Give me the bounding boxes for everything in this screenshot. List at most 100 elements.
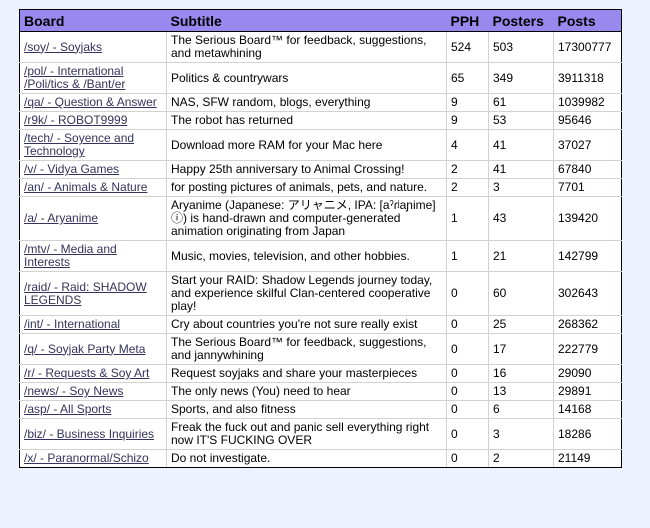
- posts-cell: 1039982: [553, 93, 622, 112]
- board-subtitle-cell: Music, movies, television, and other hob…: [166, 240, 447, 272]
- board-link[interactable]: /r9k/ - ROBOT9999: [24, 113, 127, 127]
- board-cell: /asp/ - All Sports: [19, 400, 167, 419]
- board-cell: /tech/ - Soyence and Technology: [19, 129, 167, 161]
- board-link[interactable]: /soy/ - Soyjaks: [24, 40, 102, 54]
- posts-cell: 7701: [553, 178, 622, 197]
- board-subtitle-cell: Sports, and also fitness: [166, 400, 447, 419]
- board-link[interactable]: /asp/ - All Sports: [24, 402, 111, 416]
- table-row: /r9k/ - ROBOT9999 The robot has returned 9…: [19, 111, 622, 130]
- board-subtitle-cell: Request soyjaks and share your masterpie…: [166, 364, 447, 383]
- posters-cell: 25: [488, 315, 554, 334]
- posters-cell: 2: [488, 449, 554, 468]
- board-subtitle-cell: for posting pictures of animals, pets, a…: [166, 178, 447, 197]
- posters-cell: 3: [488, 418, 554, 450]
- posts-cell: 37027: [553, 129, 622, 161]
- pph-cell: 1: [446, 196, 489, 241]
- board-cell: /pol/ - International /Poli/tics & /Bant…: [19, 62, 167, 94]
- table-row: /q/ - Soyjak Party Meta The Serious Board…: [19, 333, 622, 365]
- board-cell: /an/ - Animals & Nature: [19, 178, 167, 197]
- board-cell: /a/ - Aryanime: [19, 196, 167, 241]
- board-table-body: /soy/ - Soyjaks The Serious Board™ for fe…: [19, 31, 622, 468]
- board-cell: /v/ - Vidya Games: [19, 160, 167, 179]
- board-link[interactable]: /q/ - Soyjak Party Meta: [24, 342, 145, 356]
- board-link[interactable]: /a/ - Aryanime: [24, 211, 98, 225]
- posters-cell: 43: [488, 196, 554, 241]
- board-cell: /int/ - International: [19, 315, 167, 334]
- pph-cell: 0: [446, 271, 489, 316]
- posters-cell: 6: [488, 400, 554, 419]
- pph-cell: 0: [446, 315, 489, 334]
- board-link[interactable]: /x/ - Paranormal/Schizo: [24, 451, 149, 465]
- posters-cell: 61: [488, 93, 554, 112]
- posts-cell: 18286: [553, 418, 622, 450]
- board-cell: /q/ - Soyjak Party Meta: [19, 333, 167, 365]
- pph-cell: 0: [446, 382, 489, 401]
- posts-cell: 222779: [553, 333, 622, 365]
- posts-cell: 14168: [553, 400, 622, 419]
- board-subtitle-cell: Download more RAM for your Mac here: [166, 129, 447, 161]
- table-row: /raid/ - Raid: SHADOW LEGENDS Start your …: [19, 271, 622, 316]
- posters-cell: 21: [488, 240, 554, 272]
- pph-cell: 0: [446, 400, 489, 419]
- board-cell: /mtv/ - Media and Interests: [19, 240, 167, 272]
- posters-cell: 53: [488, 111, 554, 130]
- posters-cell: 3: [488, 178, 554, 197]
- table-row: /x/ - Paranormal/Schizo Do not investigat…: [19, 449, 622, 468]
- posts-cell: 142799: [553, 240, 622, 272]
- board-subtitle-cell: Start your RAID: Shadow Legends journey …: [166, 271, 447, 316]
- posters-cell: 41: [488, 160, 554, 179]
- table-row: /pol/ - International /Poli/tics & /Bant…: [19, 62, 622, 94]
- board-link[interactable]: /raid/ - Raid: SHADOW LEGENDS: [24, 280, 147, 307]
- pph-cell: 2: [446, 160, 489, 179]
- pph-cell: 0: [446, 364, 489, 383]
- board-cell: /r/ - Requests & Soy Art: [19, 364, 167, 383]
- board-cell: /qa/ - Question & Answer: [19, 93, 167, 112]
- board-subtitle-cell: The only news (You) need to hear: [166, 382, 447, 401]
- pph-cell: 1: [446, 240, 489, 272]
- board-link[interactable]: /int/ - International: [24, 317, 120, 331]
- pph-cell: 9: [446, 111, 489, 130]
- board-subtitle-cell: Freak the fuck out and panic sell everyt…: [166, 418, 447, 450]
- table-row: /r/ - Requests & Soy Art Request soyjaks …: [19, 364, 622, 383]
- board-subtitle-cell: The Serious Board™ for feedback, suggest…: [166, 333, 447, 365]
- table-row: /a/ - Aryanime Aryanime (Japanese: アリャニメ,…: [19, 196, 622, 241]
- board-link[interactable]: /v/ - Vidya Games: [24, 162, 119, 176]
- posts-cell: 67840: [553, 160, 622, 179]
- board-link[interactable]: /pol/ - International /Poli/tics & /Bant…: [24, 64, 125, 91]
- table-row: /qa/ - Question & Answer NAS, SFW random,…: [19, 93, 622, 112]
- board-cell: /x/ - Paranormal/Schizo: [19, 449, 167, 468]
- posts-cell: 95646: [553, 111, 622, 130]
- pph-cell: 2: [446, 178, 489, 197]
- table-row: /an/ - Animals & Nature for posting pictu…: [19, 178, 622, 197]
- board-subtitle-cell: Cry about countries you're not sure real…: [166, 315, 447, 334]
- board-link[interactable]: /qa/ - Question & Answer: [24, 95, 157, 109]
- posts-cell: 302643: [553, 271, 622, 316]
- table-header-row: Board Subtitle PPH Posters Posts: [19, 9, 622, 32]
- board-link[interactable]: /an/ - Animals & Nature: [24, 180, 147, 194]
- column-header-posts: Posts: [553, 9, 622, 32]
- table-row: /int/ - International Cry about countries…: [19, 315, 622, 334]
- posters-cell: 503: [488, 31, 554, 63]
- pph-cell: 0: [446, 418, 489, 450]
- board-link[interactable]: /news/ - Soy News: [24, 384, 123, 398]
- board-link[interactable]: /biz/ - Business Inquiries: [24, 427, 154, 441]
- column-header-subtitle: Subtitle: [166, 9, 447, 32]
- board-link[interactable]: /mtv/ - Media and Interests: [24, 242, 117, 269]
- board-subtitle-cell: Politics & countrywars: [166, 62, 447, 94]
- board-table: Board Subtitle PPH Posters Posts /soy/ -…: [19, 9, 622, 468]
- board-cell: /r9k/ - ROBOT9999: [19, 111, 167, 130]
- column-header-board: Board: [19, 9, 167, 32]
- table-row: /soy/ - Soyjaks The Serious Board™ for fe…: [19, 31, 622, 63]
- board-cell: /raid/ - Raid: SHADOW LEGENDS: [19, 271, 167, 316]
- board-subtitle-cell: The Serious Board™ for feedback, suggest…: [166, 31, 447, 63]
- posters-cell: 349: [488, 62, 554, 94]
- pph-cell: 9: [446, 93, 489, 112]
- table-row: /v/ - Vidya Games Happy 25th anniversary …: [19, 160, 622, 179]
- board-link[interactable]: /r/ - Requests & Soy Art: [24, 366, 149, 380]
- table-row: /tech/ - Soyence and Technology Download …: [19, 129, 622, 161]
- board-cell: /soy/ - Soyjaks: [19, 31, 167, 63]
- board-subtitle-cell: Happy 25th anniversary to Animal Crossin…: [166, 160, 447, 179]
- board-link[interactable]: /tech/ - Soyence and Technology: [24, 131, 134, 158]
- posters-cell: 17: [488, 333, 554, 365]
- board-cell: /news/ - Soy News: [19, 382, 167, 401]
